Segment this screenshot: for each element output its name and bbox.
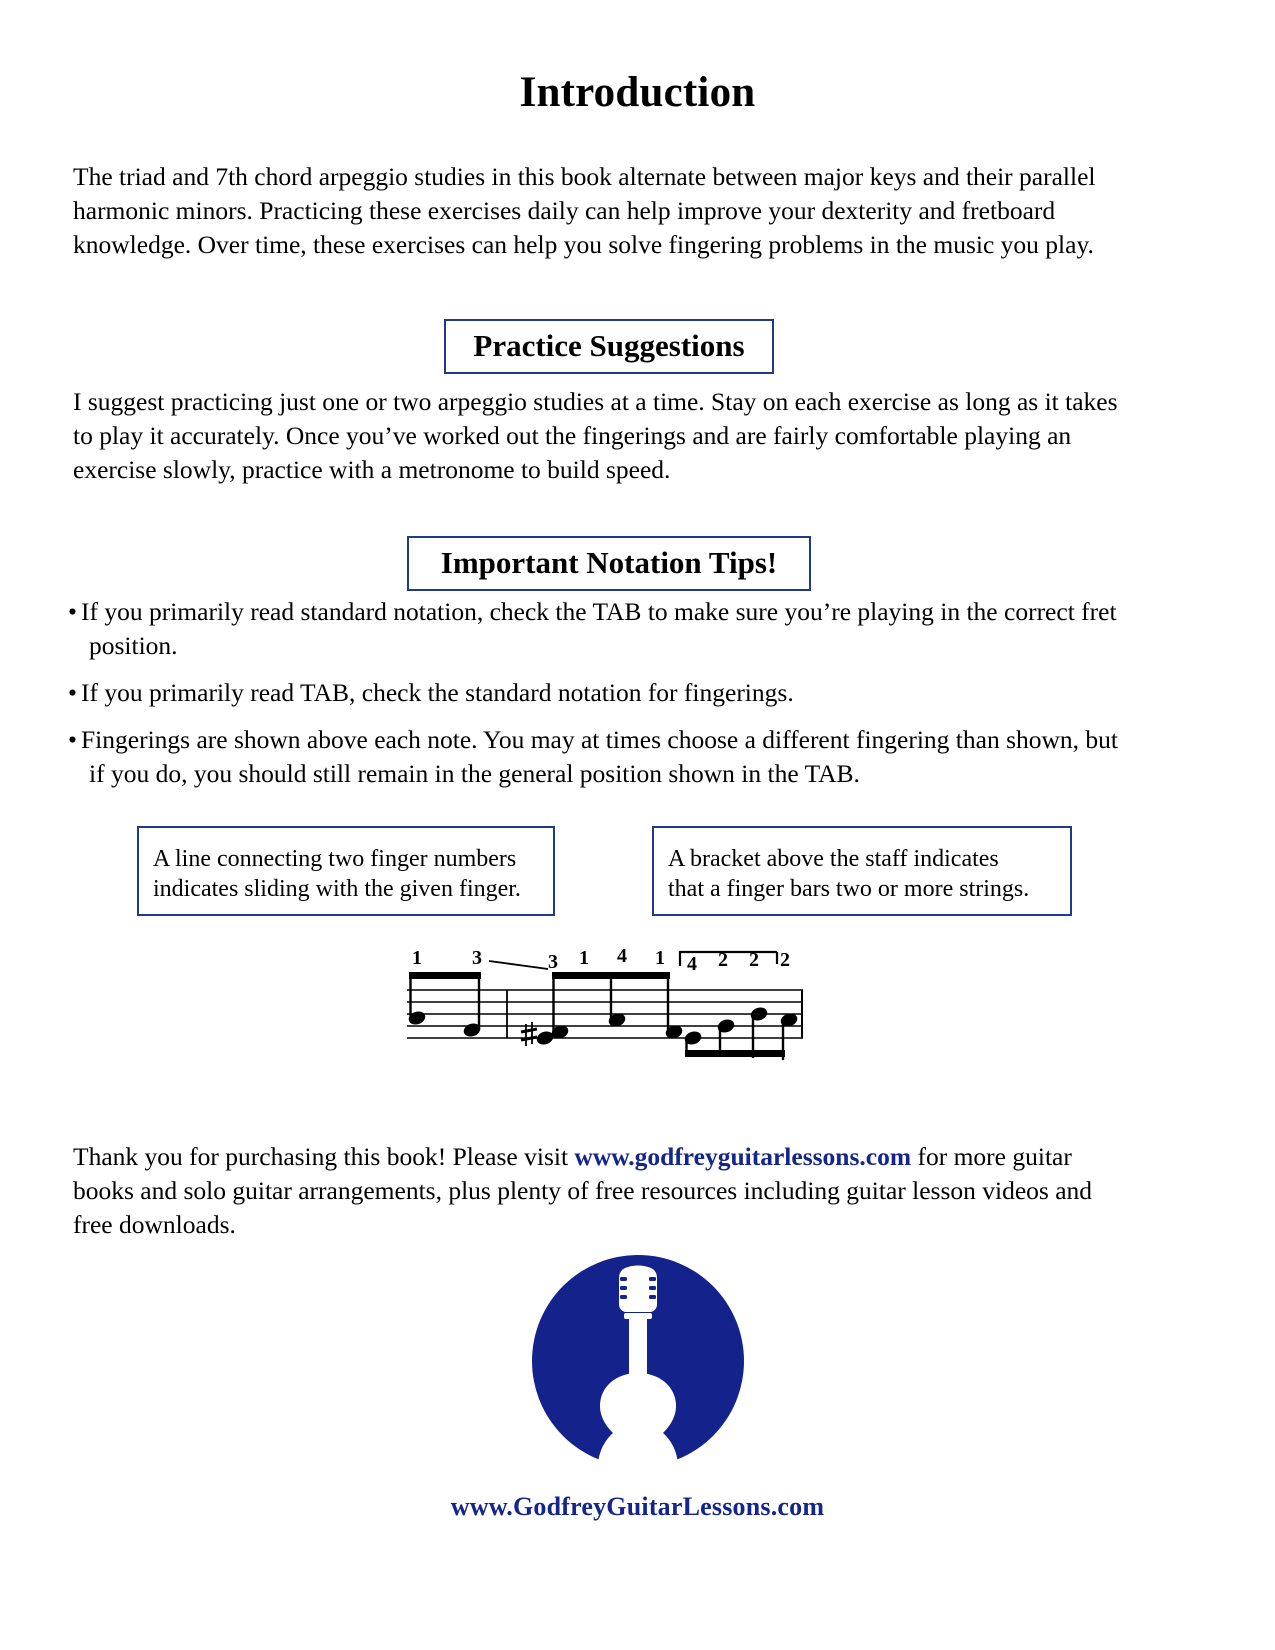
fingering-number: 4 [687,953,697,975]
beam-group-1 [408,972,481,1037]
website-link[interactable]: www.godfreyguitarlessons.com [574,1142,911,1171]
callout-slide-explanation: A line connecting two finger numbers ind… [137,826,555,916]
thank-you-paragraph: Thank you for purchasing this book! Plea… [73,1140,1123,1242]
thanks-text-before: Thank you for purchasing this book! Plea… [73,1142,575,1171]
guitar-logo-icon [531,1255,744,1467]
fingering-number: 2 [780,949,790,971]
fingering-number: 3 [548,951,558,973]
fingering-number: 3 [472,947,482,969]
fingering-number: 1 [655,947,665,969]
music-staff-svg: 1 3 3 1 4 1 4 2 2 2 [407,945,803,1060]
fingering-number: 2 [718,949,728,971]
page-canvas: Introduction The triad and 7th chord arp… [0,0,1275,1650]
slide-line [488,960,549,970]
fingering-number: 2 [749,949,759,971]
fingering-number: 1 [412,947,422,969]
list-item-line2: position. [89,631,178,660]
callout-slide-line1: A line connecting two finger numbers [153,846,517,872]
list-item-line1: If you primarily read TAB, check the sta… [81,678,794,707]
bullet-marker: • [68,678,77,707]
callout-barre-line2: that a finger bars two or more strings. [668,876,1030,902]
list-item-line1: If you primarily read standard notation,… [81,597,1117,626]
notation-tips-heading: Important Notation Tips! [407,536,811,591]
list-item-line1: Fingerings are shown above each note. Yo… [81,725,1119,754]
music-notation-example: 1 3 3 1 4 1 4 2 2 2 [385,942,825,1082]
callout-barre-line1: A bracket above the staff indicates [668,846,999,872]
bullet-marker: • [68,597,77,626]
list-item: • If you primarily read standard notatio… [68,595,1138,663]
list-item: • Fingerings are shown above each note. … [68,723,1138,791]
site-url-text[interactable]: www.GodfreyGuitarLessons.com [0,1492,1275,1522]
bullet-marker: • [68,725,77,754]
logo-container [0,1255,1275,1472]
practice-paragraph: I suggest practicing just one or two arp… [73,387,1118,484]
callout-barre-explanation: A bracket above the staff indicates that… [652,826,1072,916]
fingering-numbers: 1 3 3 1 4 1 4 2 2 2 [412,945,790,975]
practice-suggestions-heading: Practice Suggestions [444,319,774,374]
fingering-number: 4 [617,945,627,967]
intro-paragraph: The triad and 7th chord arpeggio studies… [73,162,1096,259]
notation-tips-list: • If you primarily read standard notatio… [68,595,1138,804]
beam-group-2 [551,972,683,1039]
list-item-line2: if you do, you should still remain in th… [89,759,860,788]
page-title: Introduction [519,69,756,116]
list-item: • If you primarily read TAB, check the s… [68,676,1138,710]
callout-slide-line2: indicates sliding with the given finger. [153,876,521,902]
fingering-number: 1 [579,947,589,969]
